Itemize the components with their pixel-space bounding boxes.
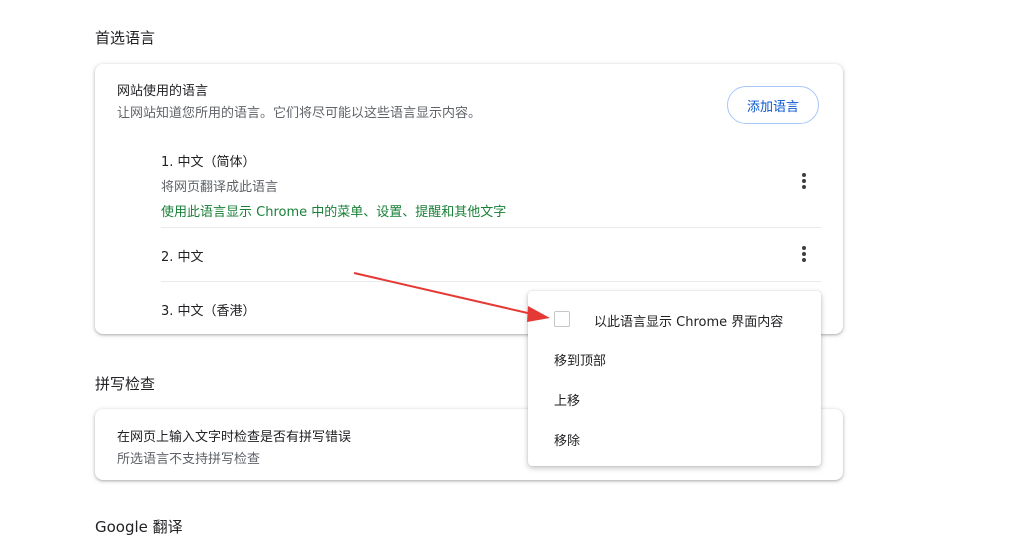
language-item-name: 1. 中文（简体） — [161, 155, 256, 170]
section-title-spell-check: 拼写检查 — [95, 375, 156, 393]
more-actions-icon[interactable] — [794, 244, 814, 264]
add-language-button[interactable]: 添加语言 — [727, 86, 819, 124]
menu-item-move-to-top[interactable]: 移到顶部 — [554, 350, 606, 369]
language-item-translate-note: 将网页翻译成此语言 — [161, 180, 279, 195]
section-title-preferred-languages: 首选语言 — [95, 29, 156, 47]
divider — [161, 281, 821, 282]
language-item-display-note: 使用此语言显示 Chrome 中的菜单、设置、提醒和其他文字 — [161, 205, 507, 220]
language-context-menu: 以此语言显示 Chrome 界面内容 移到顶部 上移 移除 — [528, 291, 821, 466]
menu-item-move-up[interactable]: 上移 — [554, 390, 580, 409]
language-item-2: 2. 中文 — [161, 246, 821, 265]
website-languages-title: 网站使用的语言 — [117, 84, 209, 99]
website-languages-subtitle: 让网站知道您所用的语言。它们将尽可能以这些语言显示内容。 — [117, 106, 482, 121]
language-item-name: 2. 中文 — [161, 250, 204, 265]
menu-item-display-chrome[interactable]: 以此语言显示 Chrome 界面内容 — [594, 311, 783, 330]
display-chrome-checkbox[interactable] — [554, 311, 570, 327]
spell-check-subtitle: 所选语言不支持拼写检查 — [117, 452, 261, 467]
spell-check-title: 在网页上输入文字时检查是否有拼写错误 — [117, 430, 352, 445]
divider — [161, 227, 821, 228]
language-item-1: 1. 中文（简体） 将网页翻译成此语言 使用此语言显示 Chrome 中的菜单、… — [161, 151, 821, 220]
menu-item-remove[interactable]: 移除 — [554, 430, 580, 449]
more-actions-icon[interactable] — [794, 171, 814, 191]
